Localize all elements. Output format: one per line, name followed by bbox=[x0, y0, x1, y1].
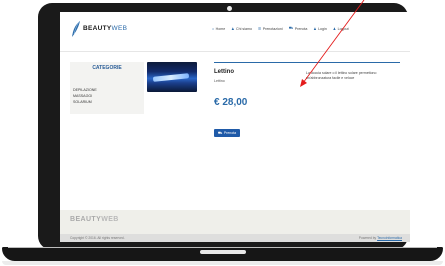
sub-footer: Copyright © 2016. All rights reserved. P… bbox=[60, 234, 410, 242]
user-icon: ♟ bbox=[332, 26, 337, 31]
login-icon: ♟ bbox=[313, 26, 317, 31]
list-icon: ☰ bbox=[257, 26, 262, 31]
sidebar-item-massaggi[interactable]: MASSAGGI bbox=[73, 94, 92, 98]
product-image bbox=[147, 62, 197, 92]
copyright-text: Copyright © 2016. All rights reserved. bbox=[70, 235, 125, 240]
nav-chi-siamo[interactable]: ♟ Chi siamo bbox=[231, 26, 252, 31]
sidebar-item-depilazione[interactable]: DEPILAZIONE bbox=[73, 88, 97, 92]
main-nav: ⌂ Home ♟ Chi siamo ☰ Prenotazioni ⛟ Prenota … bbox=[212, 26, 349, 31]
laptop-base-edge bbox=[8, 247, 437, 248]
cart-icon: ⛟ bbox=[217, 130, 223, 135]
laptop-screen: BEAUTYWEB ⌂ Home ♟ Chi siamo ☰ Prenotazioni… bbox=[60, 12, 410, 242]
laptop-mockup: BEAUTYWEB ⌂ Home ♟ Chi siamo ☰ Prenotazioni… bbox=[0, 0, 445, 266]
webcam bbox=[227, 6, 232, 11]
nav-login[interactable]: ♟ Login bbox=[313, 26, 327, 31]
home-icon: ⌂ bbox=[212, 26, 215, 31]
product-description: La doccia solare o il lettino solare per… bbox=[306, 71, 377, 80]
nav-home[interactable]: ⌂ Home bbox=[212, 26, 225, 31]
product-title: Lettino bbox=[214, 69, 234, 75]
product-detail: Lettino Lettino La doccia solare o il le… bbox=[214, 62, 400, 162]
site-header: BEAUTYWEB ⌂ Home ♟ Chi siamo ☰ Prenotazioni… bbox=[60, 12, 410, 52]
nav-prenota[interactable]: ⛟ Prenota bbox=[289, 26, 308, 31]
category-sidebar: CATEGORIE DEPILAZIONE MASSAGGI SOLARIUM bbox=[70, 62, 144, 114]
site-footer: BEAUTYWEB bbox=[60, 210, 410, 234]
nav-prenotazioni[interactable]: ☰ Prenotazioni bbox=[258, 26, 283, 31]
laptop-shadow bbox=[2, 261, 443, 265]
user-icon: ♟ bbox=[231, 26, 235, 31]
footer-logo: BEAUTYWEB bbox=[70, 216, 119, 223]
laptop-notch bbox=[200, 250, 246, 254]
cart-icon: ⛟ bbox=[288, 26, 294, 30]
book-button[interactable]: ⛟ Prenota bbox=[214, 129, 240, 137]
product-subtitle: Lettino bbox=[214, 79, 225, 83]
sidebar-title: CATEGORIE bbox=[92, 65, 122, 71]
logo-feather-icon bbox=[72, 21, 80, 37]
powered-by: Powered by Tecnoinformatica bbox=[358, 235, 402, 240]
nav-logout[interactable]: ♟ Logout bbox=[333, 26, 349, 31]
main-content: CATEGORIE DEPILAZIONE MASSAGGI SOLARIUM … bbox=[60, 52, 410, 210]
sidebar-item-solarium[interactable]: SOLARIUM bbox=[73, 100, 92, 104]
product-price: € 28,00 bbox=[214, 97, 248, 108]
site-logo[interactable]: BEAUTYWEB bbox=[83, 25, 127, 32]
powered-by-link[interactable]: Tecnoinformatica bbox=[377, 236, 402, 240]
